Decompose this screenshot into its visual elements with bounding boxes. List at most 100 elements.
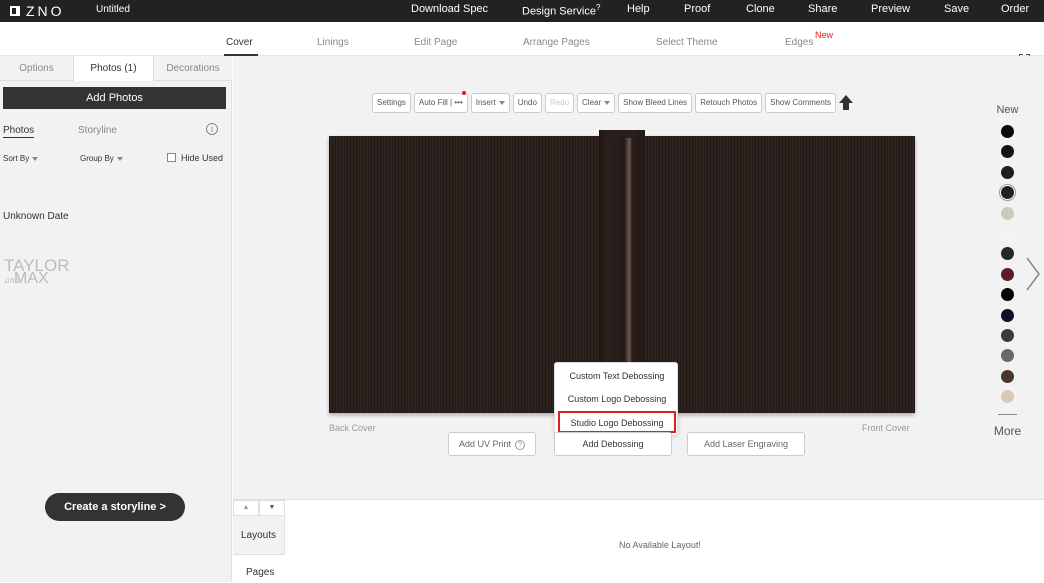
clear-label: Clear	[582, 98, 602, 107]
settings-button[interactable]: Settings	[372, 93, 411, 113]
proof-link[interactable]: Proof	[684, 3, 710, 15]
undo-button[interactable]: Undo	[512, 93, 542, 113]
download-spec-link[interactable]: Download Spec	[411, 3, 488, 15]
redo-button[interactable]: Redo	[544, 93, 575, 113]
debossing-menu: Custom Text Debossing Custom Logo Deboss…	[554, 362, 678, 436]
add-photos-button[interactable]: Add Photos	[3, 87, 226, 109]
design-service-label: Design Service	[522, 5, 596, 18]
retouch-photos-button[interactable]: Retouch Photos	[695, 93, 763, 113]
tab-layouts[interactable]: Layouts	[241, 530, 276, 541]
chevron-down-icon	[498, 100, 505, 105]
group-by-dropdown[interactable]: Group By	[80, 154, 123, 163]
color-swatch[interactable]	[1001, 288, 1014, 302]
show-bleed-lines-button[interactable]: Show Bleed Lines	[618, 93, 693, 113]
bottom-panel: ▲ ▼ Layouts Pages No Available Layout!	[233, 499, 1044, 583]
studio-logo-debossing-option[interactable]: Studio Logo Debossing	[558, 411, 676, 433]
hide-used-checkbox[interactable]	[167, 153, 176, 162]
tab-pages[interactable]: Pages	[233, 554, 285, 583]
color-swatch[interactable]	[1001, 206, 1014, 220]
subtab-decorations[interactable]: Decorations	[154, 56, 232, 81]
color-swatch[interactable]	[1001, 390, 1014, 404]
brand-mark-icon	[10, 6, 20, 16]
photos-view-tab[interactable]: Photos	[3, 125, 35, 138]
add-laser-engraving-button[interactable]: Add Laser Engraving	[687, 432, 805, 456]
clear-button[interactable]: Clear	[577, 93, 616, 113]
sort-by-label: Sort By	[3, 154, 30, 163]
color-swatch[interactable]	[1001, 267, 1014, 281]
tab-edit-page[interactable]: Edit Page	[414, 37, 457, 48]
chevron-right-icon[interactable]	[1025, 256, 1041, 292]
subtab-options[interactable]: Options	[0, 56, 74, 81]
cover-color-rail: New More	[985, 104, 1030, 444]
front-cover-label: Front Cover	[862, 423, 910, 433]
storyline-view-tab[interactable]: Storyline	[78, 125, 117, 136]
color-swatch[interactable]	[1001, 186, 1014, 200]
no-layout-message: No Available Layout!	[619, 540, 701, 550]
studio-logo-thumbnail[interactable]: TAYLOR and MAX	[4, 256, 76, 288]
color-swatch[interactable]	[1001, 369, 1014, 383]
bottom-panel-tabs: Layouts Pages	[233, 516, 285, 583]
chevron-down-icon	[32, 156, 39, 161]
brand-logo: ZNO	[26, 3, 65, 19]
show-comments-button[interactable]: Show Comments	[765, 93, 837, 113]
document-title[interactable]: Untitled	[96, 4, 130, 15]
left-panel-tabs: Options Photos (1) Decorations	[0, 56, 232, 81]
group-by-label: Group By	[80, 154, 114, 163]
color-swatch[interactable]	[1001, 165, 1014, 179]
tab-arrange-pages[interactable]: Arrange Pages	[523, 37, 590, 48]
arrow-up-icon[interactable]	[839, 95, 854, 111]
canvas-toolbar: Settings Auto Fill | ••• Insert Undo Red…	[372, 91, 854, 114]
info-icon[interactable]: i	[206, 123, 218, 135]
color-swatch[interactable]	[1001, 227, 1014, 240]
subtab-photos[interactable]: Photos (1)	[74, 56, 154, 81]
order-link[interactable]: Order	[1001, 3, 1029, 15]
help-link[interactable]: Help	[627, 3, 650, 15]
color-swatch[interactable]	[1001, 125, 1014, 138]
create-storyline-button[interactable]: Create a storyline >	[45, 493, 185, 521]
color-swatch[interactable]	[1001, 247, 1014, 261]
more-icon[interactable]: •••	[454, 98, 462, 107]
save-link[interactable]: Save	[944, 3, 969, 15]
chevron-down-icon	[604, 100, 611, 105]
editor-tabs: Cover Linings Edit Page Arrange Pages Se…	[0, 22, 1044, 65]
tab-linings[interactable]: Linings	[317, 37, 349, 48]
design-canvas: Settings Auto Fill | ••• Insert Undo Red…	[233, 56, 1044, 499]
color-rail-title: New	[996, 104, 1019, 116]
color-swatch[interactable]	[1001, 329, 1014, 342]
color-swatch[interactable]	[1001, 145, 1014, 159]
help-icon[interactable]: ?	[515, 440, 526, 450]
top-bar: ZNO Untitled Download Spec Design Servic…	[0, 0, 1044, 22]
share-link[interactable]: Share	[808, 3, 837, 15]
preview-link[interactable]: Preview	[871, 3, 910, 15]
sort-by-dropdown[interactable]: Sort By	[3, 154, 39, 163]
hide-used-label: Hide Used	[181, 153, 224, 163]
chevron-down-icon	[116, 156, 123, 161]
add-debossing-button[interactable]: Add Debossing	[554, 432, 672, 456]
panel-toggle: ▲ ▼	[233, 500, 285, 516]
logo-text-line2: MAX	[14, 270, 49, 287]
date-group-heading: Unknown Date	[3, 211, 69, 222]
expand-down-icon[interactable]: ▼	[259, 500, 285, 516]
color-swatch[interactable]	[1001, 308, 1014, 322]
tab-edges[interactable]: Edges	[785, 37, 813, 48]
custom-logo-debossing-option[interactable]: Custom Logo Debossing	[555, 394, 679, 404]
insert-button[interactable]: Insert	[470, 93, 510, 113]
custom-text-debossing-option[interactable]: Custom Text Debossing	[555, 371, 679, 381]
color-swatch[interactable]	[1001, 349, 1014, 363]
notification-dot	[461, 91, 466, 95]
tab-select-theme[interactable]: Select Theme	[656, 37, 718, 48]
brand[interactable]: ZNO	[10, 0, 65, 22]
spine-top-cap	[602, 130, 642, 138]
more-colors-button[interactable]: More	[985, 424, 1030, 438]
clone-link[interactable]: Clone	[746, 3, 775, 15]
back-cover-label: Back Cover	[329, 423, 376, 433]
collapse-up-icon[interactable]: ▲	[233, 500, 259, 516]
auto-fill-button[interactable]: Auto Fill | •••	[413, 91, 468, 113]
auto-fill-label: Auto Fill	[418, 98, 448, 107]
design-service-badge: ?	[595, 3, 601, 12]
tab-cover[interactable]: Cover	[226, 37, 253, 48]
add-uv-print-label: Add UV Print	[458, 439, 512, 449]
insert-label: Insert	[475, 98, 496, 107]
add-uv-print-button[interactable]: Add UV Print?	[448, 432, 536, 456]
design-service-link[interactable]: Design Service?	[522, 3, 600, 18]
